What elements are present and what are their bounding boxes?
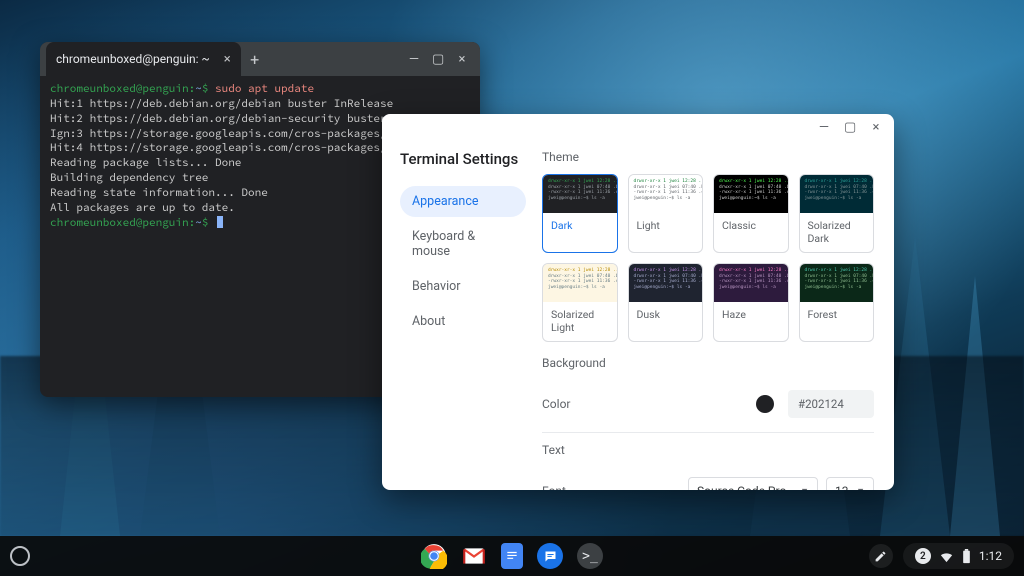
maximize-icon[interactable]: ▢	[432, 52, 444, 67]
background-color-label: Color	[542, 397, 642, 411]
settings-titlebar[interactable]: — ▢ ×	[382, 114, 894, 140]
battery-icon	[962, 549, 971, 564]
theme-card-light[interactable]: drwxr-xr-x 1 jwei 12:28 .. drwxr-xr-x 1 …	[628, 174, 704, 253]
background-section-label: Background	[542, 356, 874, 370]
theme-name: Forest	[800, 302, 874, 328]
settings-main: Theme drwxr-xr-x 1 jwei 12:28 .. drwxr-x…	[538, 140, 894, 490]
terminal-tab[interactable]: chromeunboxed@penguin: ~ ×	[46, 42, 241, 76]
theme-name: Haze	[714, 302, 788, 328]
text-section-label: Text	[542, 443, 874, 457]
cursor	[217, 216, 223, 228]
theme-card-solarized-dark[interactable]: drwxr-xr-x 1 jwei 12:28 .. drwxr-xr-x 1 …	[799, 174, 875, 253]
gmail-app-icon[interactable]	[461, 543, 487, 569]
theme-card-classic[interactable]: drwxr-xr-x 1 jwei 12:28 .. drwxr-xr-x 1 …	[713, 174, 789, 253]
background-color-row[interactable]: Color #202124	[542, 380, 874, 428]
nav-appearance[interactable]: Appearance	[400, 186, 526, 217]
terminal-app-icon[interactable]: >_	[577, 543, 603, 569]
settings-window[interactable]: — ▢ × Terminal Settings Appearance Keybo…	[382, 114, 894, 490]
theme-card-solarized-light[interactable]: drwxr-xr-x 1 jwei 12:28 .. drwxr-xr-x 1 …	[542, 263, 618, 342]
stylus-button[interactable]	[869, 544, 893, 568]
chevron-down-icon: ▼	[800, 486, 809, 491]
terminal-titlebar[interactable]: chromeunboxed@penguin: ~ × + — ▢ ×	[40, 42, 480, 76]
wifi-icon	[939, 549, 954, 564]
font-label: Font	[542, 484, 642, 490]
theme-name: Dusk	[629, 302, 703, 328]
font-row: Font Source Code Pro ▼ 13 ▼	[542, 467, 874, 490]
theme-name: Light	[629, 213, 703, 239]
new-tab-button[interactable]: +	[241, 50, 269, 69]
theme-card-forest[interactable]: drwxr-xr-x 1 jwei 12:28 .. drwxr-xr-x 1 …	[799, 263, 875, 342]
theme-card-dusk[interactable]: drwxr-xr-x 1 jwei 12:28 .. drwxr-xr-x 1 …	[628, 263, 704, 342]
theme-grid: drwxr-xr-x 1 jwei 12:28 .. drwxr-xr-x 1 …	[542, 174, 874, 342]
theme-name: Solarized Light	[543, 302, 617, 341]
font-size-select[interactable]: 13 ▼	[826, 477, 874, 490]
minimize-icon[interactable]: —	[408, 52, 420, 67]
nav-keyboard-mouse[interactable]: Keyboard & mouse	[400, 221, 526, 267]
theme-name: Solarized Dark	[800, 213, 874, 252]
chevron-down-icon: ▼	[856, 486, 865, 491]
close-icon[interactable]: ×	[870, 120, 882, 135]
desktop: chromeunboxed@penguin: ~ × + — ▢ × chrom…	[0, 0, 1024, 576]
messages-app-icon[interactable]	[537, 543, 563, 569]
chrome-app-icon[interactable]	[421, 543, 447, 569]
status-tray[interactable]: 2 1:12	[903, 543, 1014, 569]
theme-card-dark[interactable]: drwxr-xr-x 1 jwei 12:28 .. drwxr-xr-x 1 …	[542, 174, 618, 253]
color-hex-input[interactable]: #202124	[788, 390, 874, 418]
launcher-button[interactable]	[10, 546, 30, 566]
notification-badge: 2	[915, 548, 931, 564]
terminal-tab-title: chromeunboxed@penguin: ~	[56, 52, 210, 66]
close-tab-icon[interactable]: ×	[224, 52, 231, 67]
theme-section-label: Theme	[542, 150, 874, 164]
theme-name: Dark	[543, 213, 617, 239]
settings-sidebar: Terminal Settings Appearance Keyboard & …	[382, 140, 538, 490]
docs-app-icon[interactable]	[501, 543, 523, 569]
font-select[interactable]: Source Code Pro ▼	[688, 477, 818, 490]
close-icon[interactable]: ×	[456, 52, 468, 67]
color-swatch[interactable]	[756, 395, 774, 413]
theme-name: Classic	[714, 213, 788, 239]
clock: 1:12	[979, 549, 1002, 563]
shelf: >_ 2 1:12	[0, 536, 1024, 576]
nav-about[interactable]: About	[400, 306, 526, 337]
minimize-icon[interactable]: —	[818, 120, 830, 135]
shelf-apps: >_	[421, 543, 603, 569]
nav-behavior[interactable]: Behavior	[400, 271, 526, 302]
settings-title: Terminal Settings	[400, 150, 526, 168]
maximize-icon[interactable]: ▢	[844, 120, 856, 135]
theme-card-haze[interactable]: drwxr-xr-x 1 jwei 12:28 .. drwxr-xr-x 1 …	[713, 263, 789, 342]
